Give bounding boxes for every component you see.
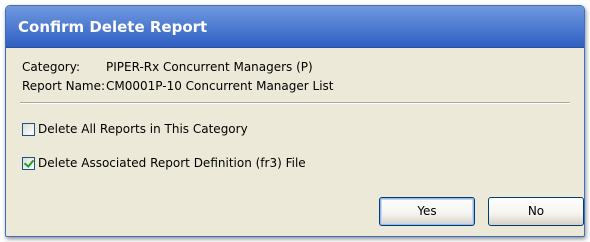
yes-button[interactable]: Yes xyxy=(379,197,475,226)
category-label: Category: xyxy=(22,60,80,74)
category-value: PIPER-Rx Concurrent Managers (P) xyxy=(106,60,313,74)
no-button[interactable]: No xyxy=(488,197,584,226)
delete-report-definition-checkbox[interactable] xyxy=(22,156,35,170)
dialog-title: Confirm Delete Report xyxy=(18,18,208,36)
confirm-delete-dialog: Confirm Delete Report Category: PIPER-Rx … xyxy=(5,5,585,237)
category-row: Category: PIPER-Rx Concurrent Managers (P… xyxy=(22,60,313,74)
delete-report-definition-label[interactable]: Delete Associated Report Definition (fr3… xyxy=(38,156,306,170)
delete-report-definition-option[interactable]: Delete Associated Report Definition (fr3… xyxy=(22,156,306,170)
separator xyxy=(20,102,570,104)
report-name-value: CM0001P-10 Concurrent Manager List xyxy=(106,79,334,93)
delete-all-reports-option[interactable]: Delete All Reports in This Category xyxy=(22,122,248,136)
report-name-row: Report Name:CM0001P-10 Concurrent Manage… xyxy=(22,79,333,93)
report-name-label: Report Name: xyxy=(22,79,106,93)
delete-all-reports-checkbox[interactable] xyxy=(22,122,35,136)
title-bar[interactable]: Confirm Delete Report xyxy=(6,6,584,48)
check-mark-icon xyxy=(23,156,35,168)
delete-all-reports-label[interactable]: Delete All Reports in This Category xyxy=(38,122,248,136)
